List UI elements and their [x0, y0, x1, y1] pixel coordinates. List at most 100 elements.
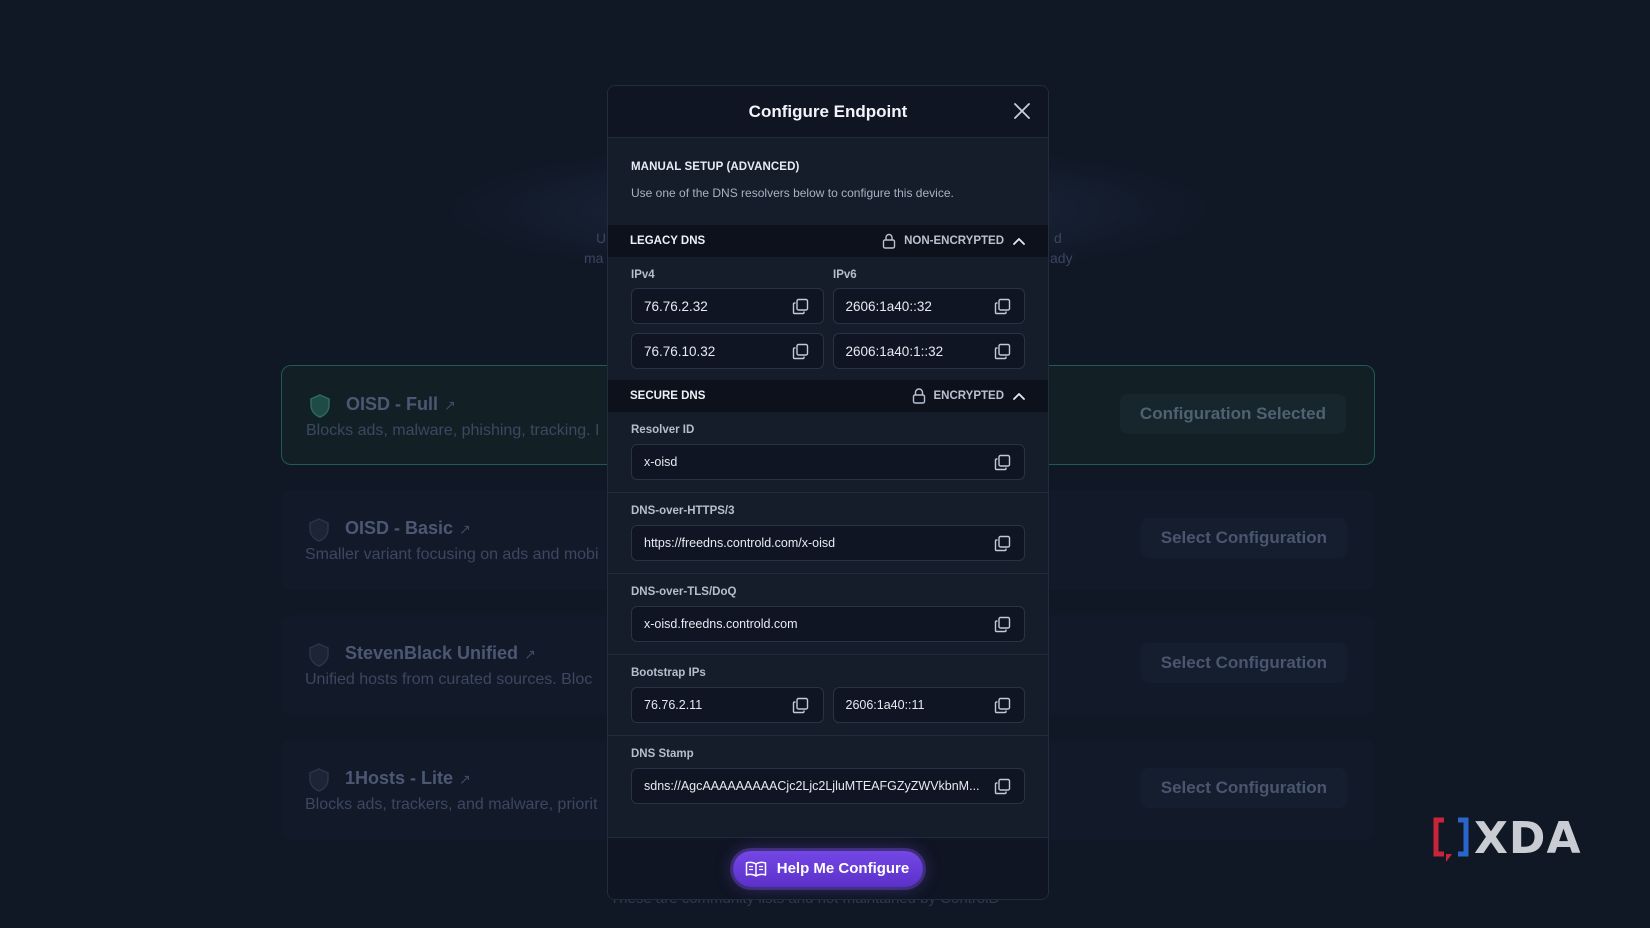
copy-button[interactable]: [791, 695, 811, 715]
secure-dns-header[interactable]: SECURE DNS ENCRYPTED: [608, 380, 1048, 412]
configuration-selected-button[interactable]: Configuration Selected: [1119, 394, 1346, 434]
config-title[interactable]: OISD - Basic ↗: [345, 518, 471, 539]
doh-group: DNS-over-HTTPS/3 https://freedns.control…: [608, 493, 1048, 573]
modal-title: Configure Endpoint: [748, 101, 908, 121]
ipv4-secondary-value[interactable]: 76.76.10.32: [644, 344, 715, 359]
resolver-id-value[interactable]: x-oisd: [644, 455, 677, 469]
ipv6-secondary-value[interactable]: 2606:1a40:1::32: [846, 344, 944, 359]
copy-icon[interactable]: [994, 778, 1011, 795]
encrypted-status: ENCRYPTED: [933, 390, 1005, 402]
copy-button[interactable]: [992, 695, 1012, 715]
book-icon: [745, 861, 766, 877]
copy-button[interactable]: [992, 776, 1012, 796]
copy-icon[interactable]: [994, 616, 1011, 633]
copy-icon[interactable]: [994, 343, 1011, 360]
chevron-up-icon[interactable]: [1012, 236, 1026, 246]
resolver-id-group: Resolver ID x-oisd: [608, 412, 1048, 492]
ipv6-primary-value[interactable]: 2606:1a40::32: [846, 299, 932, 314]
non-encrypted-status: NON-ENCRYPTED: [904, 235, 1004, 247]
close-icon[interactable]: [1013, 102, 1031, 120]
bootstrap-group: Bootstrap IPs 76.76.2.11 2606:1a40::11: [608, 655, 1048, 735]
lock-icon: [912, 388, 925, 404]
ipv6-primary-field[interactable]: 2606:1a40::32: [832, 288, 1025, 324]
dns-stamp-value[interactable]: sdns://AgcAAAAAAAAACjc2Ljc2LjluMTEAFGZyZ…: [644, 779, 980, 793]
dns-stamp-label: DNS Stamp: [631, 748, 694, 760]
copy-icon[interactable]: [994, 697, 1011, 714]
dns-stamp-field[interactable]: sdns://AgcAAAAAAAAACjc2Ljc2LjluMTEAFGZyZ…: [631, 768, 1025, 804]
copy-button[interactable]: [791, 341, 811, 361]
copy-icon[interactable]: [792, 697, 809, 714]
config-description: Smaller variant focusing on ads and mobi: [305, 546, 599, 563]
secure-dns-label: SECURE DNS: [630, 390, 706, 402]
bootstrap-ipv4-value[interactable]: 76.76.2.11: [644, 698, 702, 712]
shield-icon: [309, 518, 329, 542]
background-hint: ma: [584, 250, 604, 266]
ipv6-label: IPv6: [833, 269, 857, 281]
shield-icon: [309, 768, 329, 792]
lock-open-icon: [882, 233, 896, 249]
configure-endpoint-modal: Configure Endpoint MANUAL SETUP (ADVANCE…: [607, 85, 1049, 900]
copy-button[interactable]: [992, 341, 1012, 361]
ipv6-secondary-field[interactable]: 2606:1a40:1::32: [832, 333, 1025, 369]
bootstrap-ipv4-field[interactable]: 76.76.2.11: [631, 687, 824, 723]
config-title[interactable]: 1Hosts - Lite ↗: [345, 768, 471, 789]
help-me-configure-button[interactable]: Help Me Configure: [732, 850, 924, 887]
external-link-icon[interactable]: ↗: [524, 646, 536, 662]
external-link-icon[interactable]: ↗: [459, 771, 471, 787]
copy-icon[interactable]: [792, 298, 809, 315]
doh-label: DNS-over-HTTPS/3: [631, 505, 735, 517]
manual-setup-intro: MANUAL SETUP (ADVANCED) Use one of the D…: [608, 138, 1048, 225]
legacy-dns-header[interactable]: LEGACY DNS NON-ENCRYPTED: [608, 225, 1048, 257]
ipv4-label: IPv4: [631, 269, 655, 281]
config-title[interactable]: OISD - Full ↗: [346, 394, 456, 415]
help-me-configure-label: Help Me Configure: [776, 860, 910, 877]
copy-icon[interactable]: [994, 298, 1011, 315]
bootstrap-label: Bootstrap IPs: [631, 667, 706, 679]
bootstrap-ipv6-value[interactable]: 2606:1a40::11: [846, 698, 925, 712]
bootstrap-ipv6-field[interactable]: 2606:1a40::11: [832, 687, 1025, 723]
select-configuration-button[interactable]: Select Configuration: [1140, 768, 1347, 808]
copy-icon[interactable]: [994, 454, 1011, 471]
config-description: Unified hosts from curated sources. Bloc: [305, 671, 593, 688]
manual-setup-description: Use one of the DNS resolvers below to co…: [631, 186, 954, 200]
xda-wordmark: XDA: [1474, 813, 1582, 864]
external-link-icon[interactable]: ↗: [444, 397, 456, 413]
copy-button[interactable]: [992, 614, 1012, 634]
chevron-up-icon[interactable]: [1012, 391, 1026, 401]
dot-field[interactable]: x-oisd.freedns.controld.com: [631, 606, 1025, 642]
copy-button[interactable]: [791, 296, 811, 316]
doh-field[interactable]: https://freedns.controld.com/x-oisd: [631, 525, 1025, 561]
config-description: Blocks ads, malware, phishing, tracking.…: [306, 422, 600, 439]
ipv4-primary-value[interactable]: 76.76.2.32: [644, 299, 708, 314]
xda-watermark: XDA: [1432, 813, 1582, 864]
select-configuration-button[interactable]: Select Configuration: [1140, 643, 1347, 683]
background-hint: ady: [1050, 250, 1073, 266]
copy-button[interactable]: [992, 296, 1012, 316]
ipv4-secondary-field[interactable]: 76.76.10.32: [631, 333, 824, 369]
resolver-id-field[interactable]: x-oisd: [631, 444, 1025, 480]
close-button[interactable]: [1010, 99, 1034, 123]
ipv4-primary-field[interactable]: 76.76.2.32: [631, 288, 824, 324]
background-hint: d: [1054, 230, 1062, 246]
config-description: Blocks ads, trackers, and malware, prior…: [305, 796, 598, 813]
external-link-icon[interactable]: ↗: [459, 521, 471, 537]
legacy-dns-body: IPv4 IPv6 76.76.2.32 2606:1a40::32 76.76…: [608, 257, 1048, 380]
xda-logo-icon: [1433, 817, 1469, 862]
copy-icon[interactable]: [792, 343, 809, 360]
config-title[interactable]: StevenBlack Unified ↗: [345, 643, 536, 664]
legacy-dns-label: LEGACY DNS: [630, 235, 706, 247]
select-configuration-button[interactable]: Select Configuration: [1140, 518, 1347, 558]
dot-label: DNS-over-TLS/DoQ: [631, 586, 737, 598]
copy-icon[interactable]: [994, 535, 1011, 552]
manual-setup-heading: MANUAL SETUP (ADVANCED): [631, 161, 800, 173]
modal-header: Configure Endpoint: [608, 86, 1048, 138]
copy-button[interactable]: [992, 533, 1012, 553]
modal-footer: Help Me Configure: [608, 837, 1048, 899]
dot-group: DNS-over-TLS/DoQ x-oisd.freedns.controld…: [608, 574, 1048, 654]
dot-value[interactable]: x-oisd.freedns.controld.com: [644, 617, 798, 631]
shield-icon: [310, 394, 330, 418]
background-hint: U: [596, 230, 607, 246]
dns-stamp-group: DNS Stamp sdns://AgcAAAAAAAAACjc2Ljc2Ljl…: [608, 736, 1048, 816]
copy-button[interactable]: [992, 452, 1012, 472]
doh-value[interactable]: https://freedns.controld.com/x-oisd: [644, 536, 835, 550]
